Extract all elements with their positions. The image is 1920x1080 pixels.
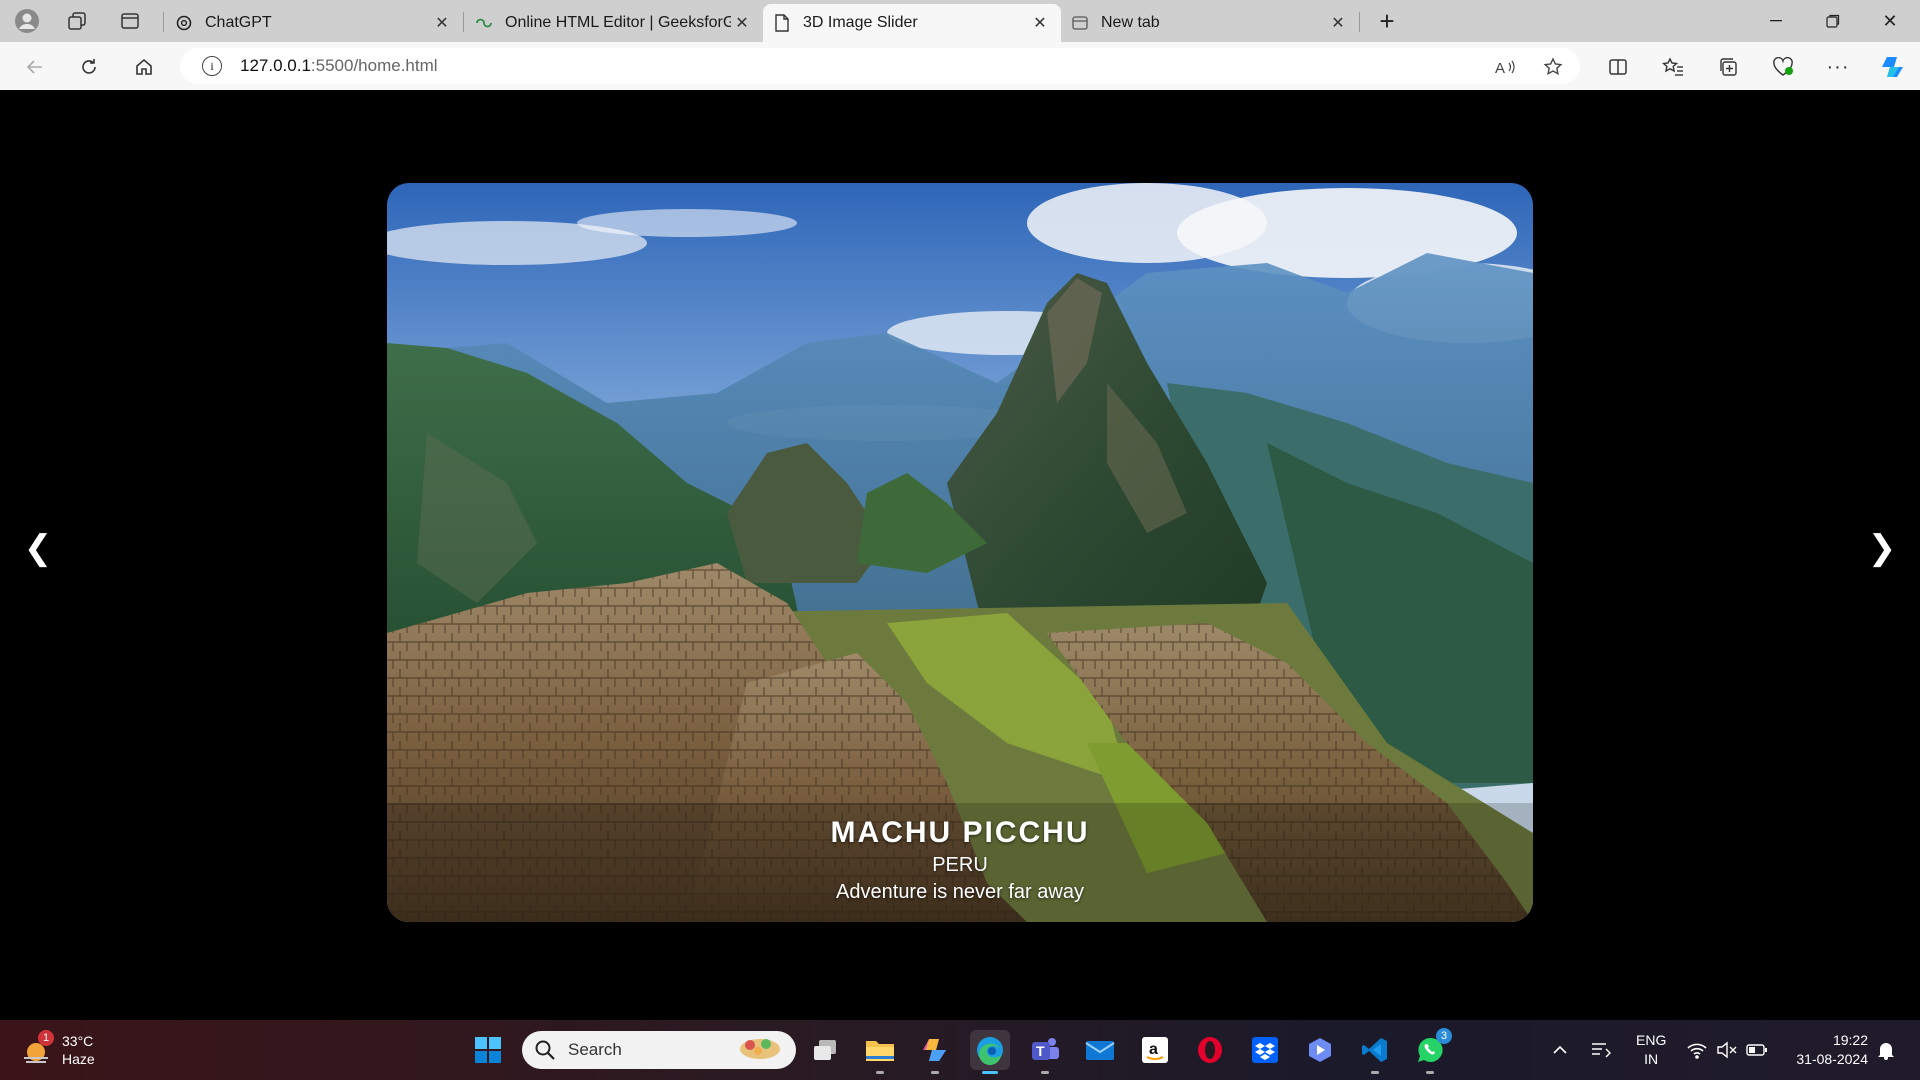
file-explorer-icon[interactable] — [860, 1030, 900, 1074]
tab-title: New tab — [1101, 14, 1160, 31]
tab-title: ChatGPT — [205, 14, 272, 31]
back-icon[interactable] — [18, 50, 52, 84]
tab-geeksforgeeks[interactable]: Online HTML Editor | GeeksforGe ✕ — [465, 4, 763, 42]
weather-icon: 1 — [20, 1030, 54, 1066]
running-indicator — [1426, 1071, 1434, 1074]
close-tab-icon[interactable]: ✕ — [731, 12, 753, 34]
address-bar[interactable]: i 127.0.0.1:5500/home.html — [180, 48, 1580, 84]
refresh-icon[interactable] — [72, 50, 106, 84]
show-hidden-icons-icon[interactable] — [1552, 1020, 1568, 1080]
running-indicator — [1041, 1071, 1049, 1074]
url-path: :5500/home.html — [310, 56, 438, 75]
language-code: ENG — [1636, 1032, 1667, 1048]
tab-chatgpt[interactable]: ChatGPT ✕ — [165, 4, 463, 42]
slide-tagline: Adventure is never far away — [836, 881, 1084, 903]
prev-slide-button[interactable]: ❮ — [18, 528, 58, 568]
start-icon[interactable] — [468, 1030, 508, 1070]
task-view-icon[interactable] — [805, 1030, 845, 1070]
openai-icon — [175, 14, 193, 32]
restore-icon[interactable] — [1805, 0, 1861, 42]
weather-badge: 1 — [38, 1030, 54, 1046]
tab-new-tab[interactable]: New tab ✕ — [1061, 4, 1359, 42]
new-tab-plus-icon[interactable]: + — [1372, 6, 1402, 36]
close-window-icon[interactable]: ✕ — [1862, 0, 1918, 42]
minimize-icon[interactable] — [1748, 0, 1804, 42]
tab-3d-image-slider[interactable]: 3D Image Slider ✕ — [763, 4, 1061, 42]
slide-title: MACHU PICCHU — [830, 816, 1090, 849]
url-host: 127.0.0.1 — [240, 56, 311, 75]
tab-separator — [163, 12, 164, 32]
vertical-tabs-icon[interactable] — [115, 6, 145, 36]
teams-icon[interactable]: T — [1025, 1030, 1065, 1074]
settings-more-icon[interactable]: ··· — [1821, 50, 1855, 84]
opera-icon[interactable] — [1190, 1030, 1230, 1070]
tab-title: 3D Image Slider — [803, 14, 918, 31]
slide-image-machu-picchu: MACHU PICCHU PERU Adventure is never far… — [387, 183, 1533, 922]
tab-title: Online HTML Editor | GeeksforGe — [505, 14, 731, 31]
slide-caption: MACHU PICCHU PERU Adventure is never far… — [387, 816, 1533, 904]
slide-subtitle: PERU — [932, 854, 988, 876]
site-info-icon[interactable]: i — [202, 56, 222, 76]
profile-icon[interactable] — [12, 6, 42, 36]
read-aloud-icon[interactable]: A — [1488, 50, 1522, 84]
svg-text:T: T — [1036, 1043, 1045, 1059]
geeksforgeeks-icon — [475, 14, 493, 32]
language-indicator[interactable]: ENG IN — [1636, 1031, 1666, 1069]
page-icon — [773, 14, 791, 32]
browser-toolbar: i 127.0.0.1:5500/home.html A ··· — [0, 42, 1920, 90]
copilot-sidebar-icon[interactable] — [1876, 50, 1910, 84]
whatsapp-badge: 3 — [1436, 1028, 1452, 1044]
mail-icon[interactable] — [1080, 1030, 1120, 1070]
search-highlight-icon — [736, 1035, 784, 1066]
language-region: IN — [1644, 1051, 1659, 1067]
vscode-icon[interactable] — [1355, 1030, 1395, 1074]
copilot-icon[interactable] — [915, 1030, 955, 1074]
workspaces-icon[interactable] — [62, 6, 92, 36]
dropbox-icon[interactable] — [1245, 1030, 1285, 1070]
svg-text:A: A — [1495, 60, 1505, 76]
weather-temperature: 33°C — [62, 1033, 94, 1049]
browser-tab-strip: ChatGPT ✕ Online HTML Editor | GeeksforG… — [0, 0, 1920, 42]
taskbar-search-input[interactable]: Search — [522, 1031, 796, 1069]
active-indicator — [982, 1071, 998, 1074]
page-viewport: MACHU PICCHU PERU Adventure is never far… — [5, 90, 1915, 1016]
weather-widget[interactable]: 1 33°C Haze — [20, 1028, 95, 1072]
windows-app-icon[interactable] — [1300, 1030, 1340, 1070]
close-tab-icon[interactable]: ✕ — [1029, 12, 1051, 34]
running-indicator — [931, 1071, 939, 1074]
system-clock[interactable]: 19:22 31-08-2024 — [1796, 1031, 1868, 1069]
clock-time: 19:22 — [1832, 1032, 1868, 1048]
svg-text:a: a — [1149, 1041, 1158, 1058]
tab-separator — [1359, 12, 1360, 32]
running-indicator — [876, 1071, 884, 1074]
next-slide-button[interactable]: ❯ — [1862, 528, 1902, 568]
volume-muted-icon[interactable] — [1716, 1020, 1738, 1080]
running-indicator — [1371, 1071, 1379, 1074]
new-tab-icon — [1071, 14, 1089, 32]
edge-icon[interactable] — [970, 1030, 1010, 1074]
battery-icon[interactable] — [1746, 1020, 1768, 1080]
clock-date: 31-08-2024 — [1796, 1051, 1868, 1067]
home-icon[interactable] — [127, 50, 161, 84]
search-placeholder: Search — [568, 1040, 622, 1059]
tab-separator — [463, 12, 464, 32]
favorites-icon[interactable] — [1656, 50, 1690, 84]
collections-icon[interactable] — [1711, 50, 1745, 84]
browser-essentials-icon[interactable] — [1766, 50, 1800, 84]
split-screen-icon[interactable] — [1601, 50, 1635, 84]
wifi-icon[interactable] — [1686, 1020, 1708, 1080]
amazon-icon[interactable]: a — [1135, 1030, 1175, 1070]
windows-taskbar: 1 33°C Haze Search T a 3 ENG IN 19:22 31… — [0, 1020, 1920, 1080]
whatsapp-icon[interactable]: 3 — [1410, 1028, 1452, 1074]
input-method-icon[interactable] — [1590, 1020, 1612, 1080]
close-tab-icon[interactable]: ✕ — [431, 12, 453, 34]
favorite-star-icon[interactable] — [1536, 50, 1570, 84]
weather-condition: Haze — [62, 1051, 95, 1067]
close-tab-icon[interactable]: ✕ — [1327, 12, 1349, 34]
machu-picchu-landscape — [387, 183, 1533, 922]
search-icon — [535, 1040, 555, 1060]
notification-bell-icon[interactable] — [1876, 1020, 1896, 1080]
